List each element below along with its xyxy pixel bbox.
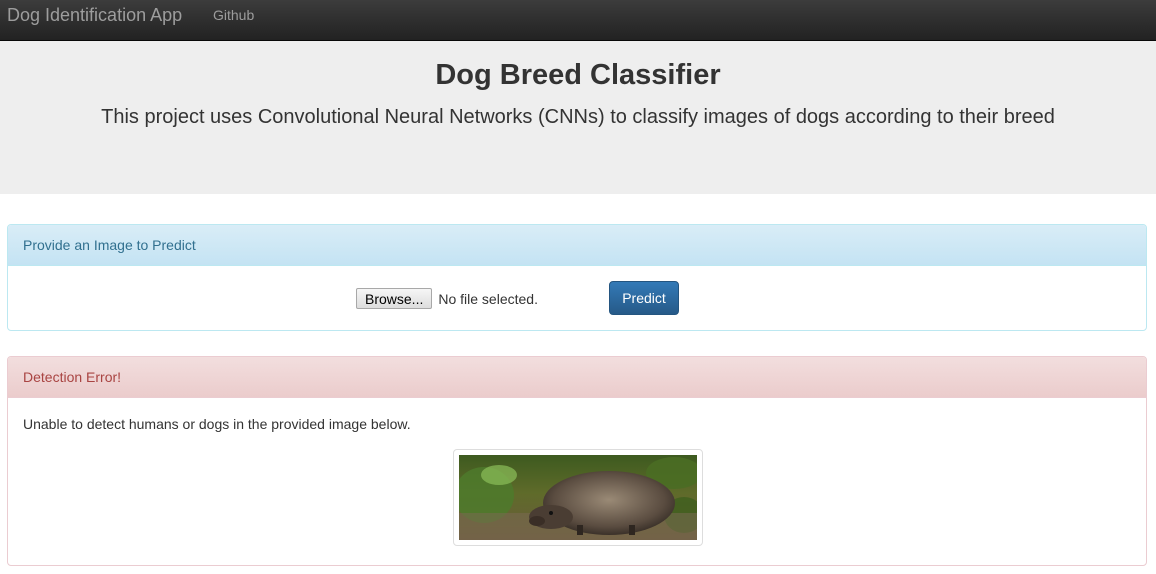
browse-button[interactable]: Browse... xyxy=(356,288,433,309)
upload-panel: Provide an Image to Predict Browse... No… xyxy=(7,224,1147,331)
file-input[interactable]: Browse... No file selected. xyxy=(356,288,538,309)
upload-panel-heading: Provide an Image to Predict xyxy=(8,225,1146,266)
nav-link-github[interactable]: Github xyxy=(213,7,254,24)
top-navbar: Dog Identification App Github xyxy=(0,0,1156,41)
result-panel: Detection Error! Unable to detect humans… xyxy=(7,356,1147,566)
jumbotron: Dog Breed Classifier This project uses C… xyxy=(0,41,1156,194)
brand-link[interactable]: Dog Identification App xyxy=(7,5,182,25)
page-title: Dog Breed Classifier xyxy=(435,59,721,91)
file-status-text: No file selected. xyxy=(438,290,538,307)
uploaded-image-thumbnail xyxy=(453,449,703,546)
page-subtitle: This project uses Convolutional Neural N… xyxy=(101,106,1055,128)
predict-button[interactable]: Predict xyxy=(609,281,679,315)
result-panel-heading: Detection Error! xyxy=(8,357,1146,398)
error-message: Unable to detect humans or dogs in the p… xyxy=(23,416,411,432)
hedgehog-photo xyxy=(459,455,697,540)
